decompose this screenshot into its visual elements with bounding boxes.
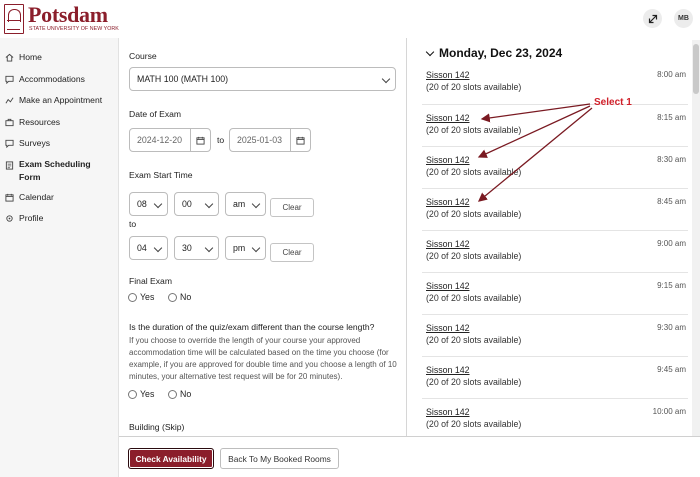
form-footer: Check Availability Back To My Booked Roo… — [119, 436, 700, 477]
annotation-select-1: Select 1 — [594, 97, 632, 108]
back-to-booked-rooms-button[interactable]: Back To My Booked Rooms — [220, 448, 339, 469]
annotation-arrow-815 — [480, 103, 591, 123]
check-availability-button[interactable]: Check Availability — [128, 448, 214, 469]
annotation-arrow-830 — [477, 105, 591, 158]
annotation-arrows — [477, 103, 593, 202]
annotation-arrow-845 — [477, 107, 593, 202]
